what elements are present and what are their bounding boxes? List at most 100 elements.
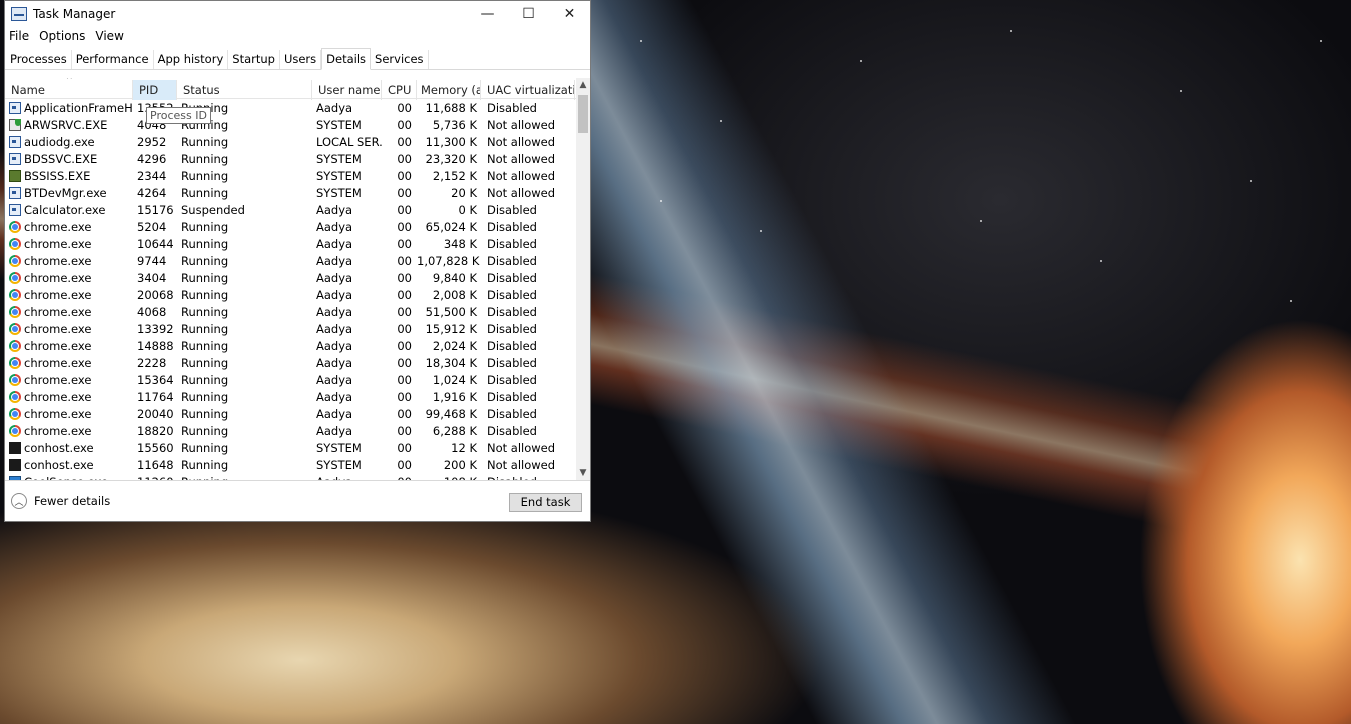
menu-view[interactable]: View bbox=[95, 29, 123, 43]
cell-name: BTDevMgr.exe bbox=[5, 186, 133, 200]
table-row[interactable]: chrome.exe 13392 Running Aadya 00 15,912 K Dis… bbox=[5, 320, 590, 337]
column-header-cpu[interactable]: CPU bbox=[382, 80, 417, 100]
scroll-down-arrow-icon[interactable]: ▼ bbox=[576, 466, 590, 480]
cell-status: Running bbox=[181, 185, 229, 200]
vertical-scrollbar[interactable]: ▲ ▼ bbox=[576, 78, 590, 480]
cell-user-name: Aadya bbox=[316, 321, 353, 336]
tab-app-history[interactable]: App history bbox=[153, 50, 229, 69]
table-row[interactable]: chrome.exe 2228 Running Aadya 00 18,304 K Disa… bbox=[5, 354, 590, 371]
cell-status: Running bbox=[181, 457, 229, 472]
table-row[interactable]: chrome.exe 5204 Running Aadya 00 65,024 K Disa… bbox=[5, 218, 590, 235]
tab-performance[interactable]: Performance bbox=[71, 50, 154, 69]
cell-uac-virtualization: Disabled bbox=[487, 406, 537, 421]
close-button[interactable]: ✕ bbox=[549, 1, 590, 27]
cell-cpu: 00 bbox=[397, 457, 412, 472]
table-row[interactable]: audiodg.exe 2952 Running LOCAL SER... 00 11,3… bbox=[5, 133, 590, 150]
table-row[interactable]: chrome.exe 15364 Running Aadya 00 1,024 K Disa… bbox=[5, 371, 590, 388]
cell-pid: 2952 bbox=[137, 134, 167, 149]
process-name: BTDevMgr.exe bbox=[24, 185, 107, 200]
cell-name: chrome.exe bbox=[5, 271, 133, 285]
scroll-up-arrow-icon[interactable]: ▲ bbox=[576, 78, 590, 92]
cell-uac-virtualization: Disabled bbox=[487, 202, 537, 217]
menu-file[interactable]: File bbox=[9, 29, 29, 43]
tab-startup[interactable]: Startup bbox=[228, 50, 280, 69]
column-header-pid[interactable]: PID bbox=[133, 80, 177, 100]
table-row[interactable]: chrome.exe 10644 Running Aadya 00 348 K Disabl… bbox=[5, 235, 590, 252]
table-row[interactable]: BTDevMgr.exe 4264 Running SYSTEM 00 20 K Not a… bbox=[5, 184, 590, 201]
cell-user-name: Aadya bbox=[316, 100, 353, 115]
cell-uac-virtualization: Disabled bbox=[487, 253, 537, 268]
cell-cpu: 00 bbox=[397, 338, 412, 353]
cell-pid: 20040 bbox=[137, 406, 174, 421]
table-row[interactable]: chrome.exe 4068 Running Aadya 00 51,500 K Disa… bbox=[5, 303, 590, 320]
cell-user-name: SYSTEM bbox=[316, 185, 362, 200]
cell-user-name: SYSTEM bbox=[316, 457, 362, 472]
process-name: chrome.exe bbox=[24, 236, 92, 251]
tab-bar: Processes Performance App history Startu… bbox=[5, 47, 590, 70]
scrollbar-thumb[interactable] bbox=[578, 95, 588, 133]
cell-cpu: 00 bbox=[397, 134, 412, 149]
cell-pid: 2344 bbox=[137, 168, 167, 183]
cell-user-name: Aadya bbox=[316, 389, 353, 404]
table-row[interactable]: chrome.exe 9744 Running Aadya 00 1,07,828 K Di… bbox=[5, 252, 590, 269]
cell-user-name: SYSTEM bbox=[316, 440, 362, 455]
footer-bar: ︿ Fewer details End task bbox=[5, 481, 590, 521]
table-row[interactable]: chrome.exe 14888 Running Aadya 00 2,024 K Disa… bbox=[5, 337, 590, 354]
table-row[interactable]: BSSISS.EXE 2344 Running SYSTEM 00 2,152 K Not … bbox=[5, 167, 590, 184]
process-chrome-icon bbox=[9, 237, 21, 250]
minimize-button[interactable]: — bbox=[467, 1, 508, 27]
cell-memory: 11,300 K bbox=[425, 134, 477, 149]
table-row[interactable]: chrome.exe 20040 Running Aadya 00 99,468 K Dis… bbox=[5, 405, 590, 422]
title-bar[interactable]: Task Manager — ☐ ✕ bbox=[5, 1, 590, 27]
column-header-status[interactable]: Status bbox=[177, 80, 312, 100]
table-row[interactable]: ARWSRVC.EXE 4048 Running SYSTEM 00 5,736 K Not… bbox=[5, 116, 590, 133]
cell-user-name: Aadya bbox=[316, 304, 353, 319]
cell-uac-virtualization: Not allowed bbox=[487, 185, 556, 200]
column-header-memory[interactable]: Memory (ac... bbox=[417, 80, 481, 100]
cell-cpu: 00 bbox=[397, 440, 412, 455]
cell-status: Suspended bbox=[181, 202, 245, 217]
cell-memory: 2,152 K bbox=[432, 168, 477, 183]
table-row[interactable]: chrome.exe 20068 Running Aadya 00 2,008 K Disa… bbox=[5, 286, 590, 303]
end-task-button[interactable]: End task bbox=[509, 493, 582, 512]
tab-users[interactable]: Users bbox=[279, 50, 322, 69]
table-row[interactable]: chrome.exe 3404 Running Aadya 00 9,840 K Disab… bbox=[5, 269, 590, 286]
cell-pid: 9744 bbox=[137, 253, 167, 268]
table-row[interactable]: chrome.exe 11764 Running Aadya 00 1,916 K Disa… bbox=[5, 388, 590, 405]
column-header-user-name[interactable]: User name bbox=[312, 80, 382, 100]
table-row[interactable]: chrome.exe 18820 Running Aadya 00 6,288 K Disa… bbox=[5, 422, 590, 439]
cell-pid: 13392 bbox=[137, 321, 174, 336]
fewer-details-toggle[interactable]: ︿ Fewer details bbox=[11, 493, 110, 509]
maximize-button[interactable]: ☐ bbox=[508, 1, 549, 27]
column-header-uac-virtualization[interactable]: UAC virtualizati... bbox=[481, 80, 575, 100]
tab-services[interactable]: Services bbox=[371, 50, 429, 69]
cell-name: chrome.exe bbox=[5, 390, 133, 404]
cell-status: Running bbox=[181, 304, 229, 319]
table-row[interactable]: CoolSense.exe11260RunningAadya00108 KDis… bbox=[5, 473, 590, 480]
cell-memory: 200 K bbox=[443, 457, 477, 472]
cell-user-name: SYSTEM bbox=[316, 168, 362, 183]
table-row[interactable]: conhost.exe 11648 Running SYSTEM 00 200 K Not … bbox=[5, 456, 590, 473]
table-row[interactable]: Calculator.exe 15176 Suspended Aadya 00 0 K Di… bbox=[5, 201, 590, 218]
table-row[interactable]: ApplicationFrameHo...13552RunningAadya00… bbox=[5, 99, 590, 116]
process-name: chrome.exe bbox=[24, 355, 92, 370]
tab-details[interactable]: Details bbox=[321, 48, 372, 70]
cell-status: Running bbox=[181, 440, 229, 455]
menu-options[interactable]: Options bbox=[39, 29, 85, 43]
cell-cpu: 00 bbox=[397, 423, 412, 438]
process-name: chrome.exe bbox=[24, 406, 92, 421]
process-chrome-icon bbox=[9, 288, 21, 301]
cell-pid: 15364 bbox=[137, 372, 174, 387]
table-row[interactable]: conhost.exe 15560 Running SYSTEM 00 12 K Not a… bbox=[5, 439, 590, 456]
process-chrome-icon bbox=[9, 271, 21, 284]
cell-cpu: 00 bbox=[397, 236, 412, 251]
cell-user-name: Aadya bbox=[316, 236, 353, 251]
cell-cpu: 00 bbox=[397, 321, 412, 336]
cell-user-name: Aadya bbox=[316, 219, 353, 234]
table-row[interactable]: BDSSVC.EXE 4296 Running SYSTEM 00 23,320 K Not… bbox=[5, 150, 590, 167]
cell-name: chrome.exe bbox=[5, 339, 133, 353]
cell-name: chrome.exe bbox=[5, 254, 133, 268]
tab-processes[interactable]: Processes bbox=[6, 50, 72, 69]
cell-pid: 11648 bbox=[137, 457, 174, 472]
cell-name: chrome.exe bbox=[5, 288, 133, 302]
